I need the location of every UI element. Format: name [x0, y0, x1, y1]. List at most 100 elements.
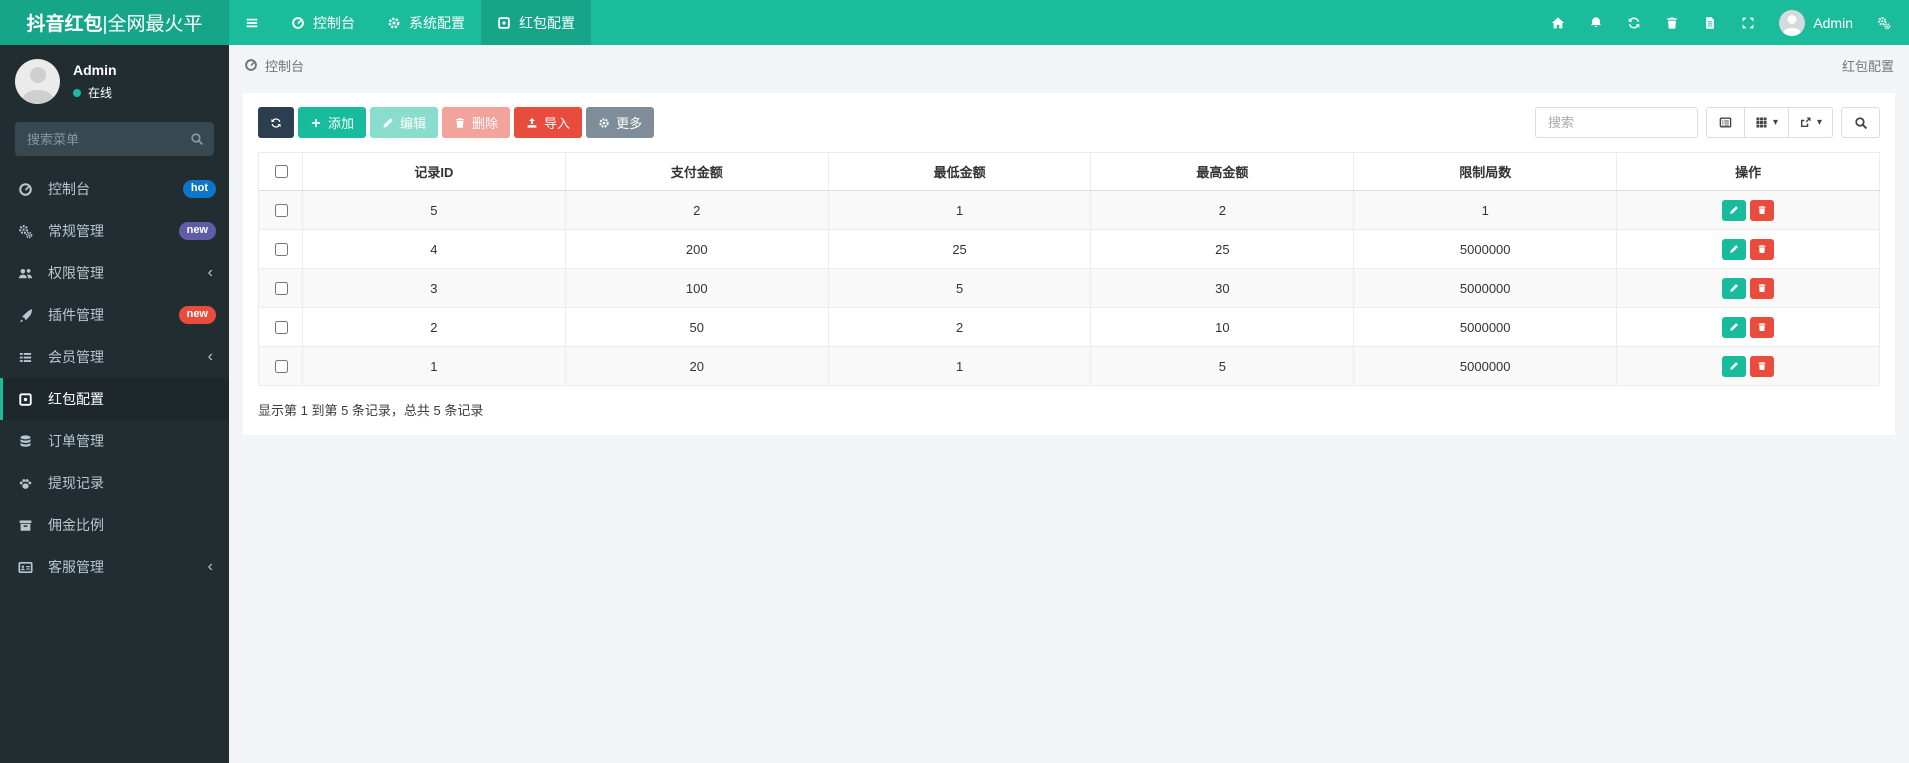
row-checkbox[interactable] — [274, 281, 288, 295]
gear-icon — [598, 117, 610, 129]
pencil-icon — [1729, 283, 1739, 293]
menu-item-icon — [3, 392, 48, 407]
export-button[interactable]: ▾ — [1787, 107, 1833, 138]
sidebar-item-order[interactable]: 订单管理 — [0, 420, 229, 462]
sidebar-item-addon[interactable]: 插件管理 new — [0, 294, 229, 336]
table-cell: 5000000 — [1353, 268, 1618, 308]
sidebar-item-service[interactable]: 客服管理 ‹ — [0, 546, 229, 588]
refresh-button[interactable] — [258, 107, 294, 138]
tab-console[interactable]: 控制台 — [275, 0, 371, 45]
edit-row-button[interactable] — [1722, 355, 1747, 377]
button-label: 导入 — [544, 116, 571, 131]
row-checkbox[interactable] — [274, 320, 288, 334]
add-button[interactable]: 添加 — [298, 107, 367, 138]
button-label: 编辑 — [400, 116, 427, 131]
row-checkbox[interactable] — [274, 242, 288, 256]
delete-button[interactable]: 删除 — [442, 107, 511, 138]
delete-row-button[interactable] — [1750, 277, 1775, 299]
fullscreen-icon — [1741, 16, 1755, 30]
detail-view-button[interactable] — [1705, 107, 1745, 138]
idcard-icon — [18, 560, 33, 575]
table-cell: 100 — [564, 268, 829, 308]
search-icon — [190, 132, 204, 146]
sidebar-item-member[interactable]: 会员管理 ‹ — [0, 336, 229, 378]
table-row: 1 20 1 5 5000000 — [258, 346, 1880, 386]
settings-button[interactable] — [1865, 0, 1903, 45]
edit-row-button[interactable] — [1722, 199, 1747, 221]
row-check-cell — [258, 307, 303, 347]
menu-item-label: 控制台 — [48, 181, 90, 197]
database-icon — [18, 434, 33, 449]
row-actions-cell — [1616, 190, 1880, 230]
menu-item-label: 会员管理 — [48, 349, 104, 365]
top-header: 抖音红包 |全网最火平 控制台 系统配置 红包配置 Admin — [0, 0, 1909, 45]
table-cell: 5 — [302, 190, 566, 230]
row-actions-cell — [1616, 307, 1880, 347]
search-submit-button[interactable] — [1841, 107, 1880, 138]
delete-row-button[interactable] — [1750, 199, 1775, 221]
home-icon — [1551, 16, 1565, 30]
menu-item-icon — [3, 560, 48, 575]
app-logo[interactable]: 抖音红包 |全网最火平 — [0, 0, 229, 45]
delete-row-button[interactable] — [1750, 238, 1775, 260]
sidebar-toggle-button[interactable] — [229, 0, 275, 45]
table-body: 5 2 1 2 1 4 200 25 25 5000000 3 100 5 30 5000000 2 50 2 10… — [258, 190, 1880, 386]
sidebar-item-general[interactable]: 常规管理 new — [0, 210, 229, 252]
tab-redpacket-config[interactable]: 红包配置 — [481, 0, 591, 45]
breadcrumb[interactable]: 控制台 — [244, 56, 304, 75]
refresh-page-button[interactable] — [1615, 0, 1653, 45]
user-name: Admin — [1813, 14, 1853, 31]
table-row: 2 50 2 10 5000000 — [258, 307, 1880, 347]
sidebar-item-auth[interactable]: 权限管理 ‹ — [0, 252, 229, 294]
delete-row-button[interactable] — [1750, 355, 1775, 377]
row-checkbox[interactable] — [274, 359, 288, 373]
edit-row-button[interactable] — [1722, 238, 1747, 260]
sidebar-item-withdraw[interactable]: 提现记录 — [0, 462, 229, 504]
content-panel: 添加编辑删除导入更多 ▾▾ 记录ID支付金额最低金额最高金额限制局数操作 521… — [243, 93, 1895, 435]
caret-down-icon: ▾ — [1816, 116, 1822, 128]
edit-row-button[interactable] — [1722, 277, 1747, 299]
edit-button[interactable]: 编辑 — [370, 107, 439, 138]
delete-row-button[interactable] — [1750, 316, 1775, 338]
toolbar: 添加编辑删除导入更多 ▾▾ — [258, 107, 1880, 138]
dashboard-icon — [18, 182, 33, 197]
sidebar-item-redpacket[interactable]: 红包配置 — [0, 378, 229, 420]
pencil-icon — [1729, 361, 1739, 371]
main-content: 控制台 红包配置 添加编辑删除导入更多 ▾▾ 记录ID支付金额最低金额最高金额限… — [229, 0, 1909, 435]
notifications-button[interactable] — [1577, 0, 1615, 45]
columns-button[interactable]: ▾ — [1743, 107, 1789, 138]
table-search-input[interactable] — [1534, 107, 1698, 138]
trash-icon — [1665, 16, 1679, 30]
column-header: 最低金额 — [827, 152, 1092, 191]
trash-icon — [1757, 322, 1767, 332]
tab-system-config[interactable]: 系统配置 — [371, 0, 481, 45]
users-icon — [18, 266, 33, 281]
home-button[interactable] — [1539, 0, 1577, 45]
user-menu[interactable]: Admin — [1767, 0, 1865, 45]
pencil-icon — [382, 117, 394, 129]
column-header: 限制局数 — [1353, 152, 1618, 191]
table-cell: 4 — [302, 229, 566, 269]
user-panel: Admin 在线 — [0, 45, 229, 114]
sidebar-item-commission[interactable]: 佣金比例 — [0, 504, 229, 546]
trash-icon — [1757, 244, 1767, 254]
row-checkbox[interactable] — [274, 203, 288, 217]
user-status: 在线 — [73, 84, 117, 101]
fullscreen-button[interactable] — [1729, 0, 1767, 45]
chevron-left-icon: ‹ — [207, 558, 213, 575]
edit-row-button[interactable] — [1722, 316, 1747, 338]
clear-cache-button[interactable] — [1653, 0, 1691, 45]
table-cell: 20 — [564, 346, 829, 386]
chevron-left-icon: ‹ — [207, 348, 213, 365]
menu-search-input[interactable] — [15, 122, 214, 156]
log-button[interactable] — [1691, 0, 1729, 45]
more-button[interactable]: 更多 — [586, 107, 655, 138]
select-all-checkbox[interactable] — [274, 165, 288, 178]
import-button[interactable]: 导入 — [514, 107, 583, 138]
menu-badge: hot — [182, 180, 216, 198]
breadcrumb-label: 控制台 — [265, 58, 305, 74]
sidebar-item-console[interactable]: 控制台 hot — [0, 168, 229, 210]
trash-icon — [1757, 205, 1767, 215]
view-button-group: ▾ ▾ — [1705, 107, 1833, 138]
table-cell: 5 — [1090, 346, 1355, 386]
